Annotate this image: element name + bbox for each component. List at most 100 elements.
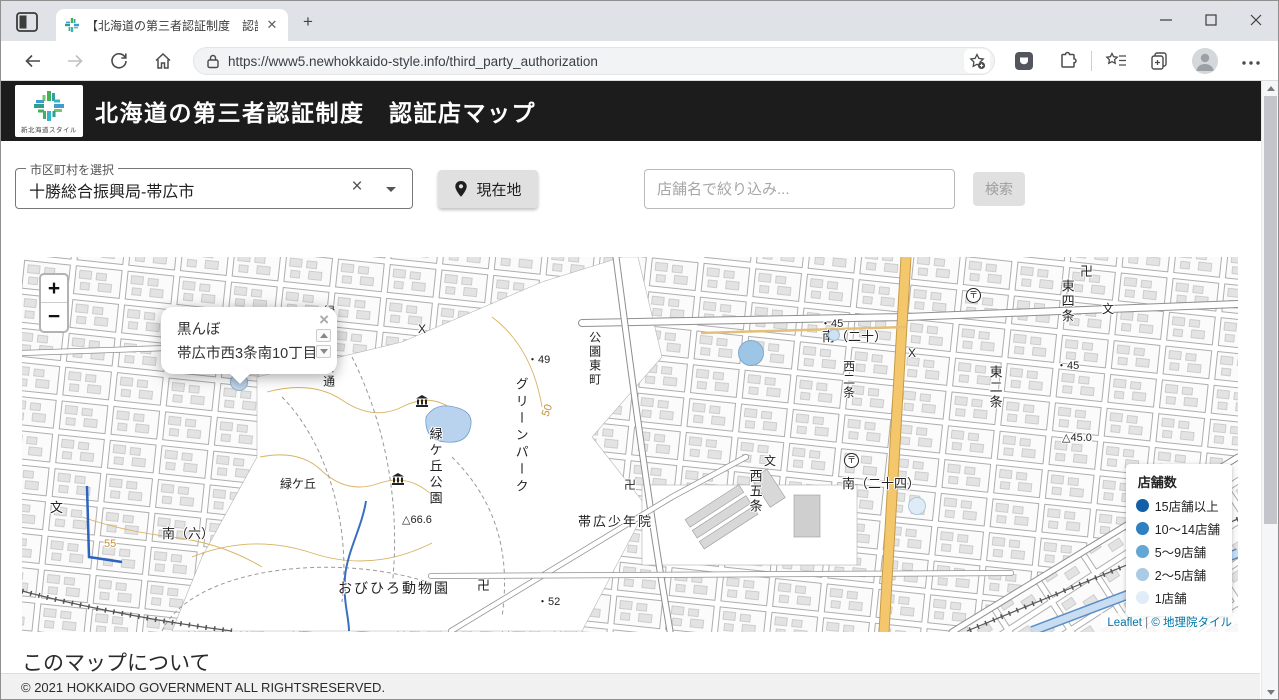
- map-label: 卍: [1080, 264, 1094, 279]
- back-button[interactable]: [23, 51, 43, 71]
- legend-dot-icon: [1135, 568, 1149, 581]
- map-label: おびひろ動物園: [338, 580, 450, 596]
- extensions-icon[interactable]: [1057, 50, 1079, 72]
- logo-caption: 新北海道スタイル: [21, 126, 77, 134]
- browser-essentials-icon[interactable]: [1013, 50, 1035, 72]
- location-pin-icon: [455, 181, 468, 197]
- map-canvas[interactable]: 緑ケ丘二条通公園東町グリーンパーク緑ケ丘公園帯広少年院おびひろ動物園南（六）南（…: [22, 257, 1238, 632]
- close-window-button[interactable]: [1233, 1, 1278, 39]
- legend-dot-icon: [1135, 545, 1149, 558]
- map-label: グリーンパーク: [513, 377, 529, 496]
- legend-item: 10〜14店舗: [1135, 519, 1220, 538]
- settings-menu-icon[interactable]: [1241, 55, 1263, 77]
- scrollbar-thumb[interactable]: [1264, 96, 1277, 524]
- map-legend: 店舗数 15店舗以上 10〜14店舗 5〜9店舗 2〜5店舗 1店舗: [1125, 464, 1232, 616]
- map-label: X: [908, 346, 917, 360]
- map-label: 緑ケ丘公園: [427, 427, 443, 507]
- map-label: △66.6: [402, 514, 432, 526]
- add-favorite-button[interactable]: [964, 49, 990, 73]
- popup-next-button[interactable]: [316, 345, 331, 358]
- map-label: 卍: [477, 578, 491, 593]
- store-filter-input[interactable]: [644, 169, 955, 209]
- refresh-button[interactable]: [109, 51, 129, 71]
- map-label: 西二条: [841, 360, 856, 399]
- minimize-button[interactable]: [1143, 1, 1188, 39]
- page-scrollbar[interactable]: [1261, 81, 1278, 699]
- legend-dot-icon: [1135, 591, 1149, 604]
- search-button[interactable]: 検索: [973, 172, 1025, 206]
- map-label: 東四条: [1059, 279, 1075, 324]
- home-button[interactable]: [153, 51, 173, 71]
- legend-label: 5〜9店舗: [1154, 546, 1207, 560]
- legend-label: 10〜14店舗: [1154, 523, 1220, 537]
- legend-label: 15店舗以上: [1154, 500, 1219, 514]
- forward-button[interactable]: [65, 51, 85, 71]
- map-label: 南（六）: [162, 526, 215, 541]
- map-label: 卍: [624, 478, 637, 492]
- tab-title: 【北海道の第三者認証制度 認証: [86, 18, 258, 33]
- map-label: 〒: [844, 453, 859, 468]
- map-popup: 黒んぼ 帯広市西3条南10丁目2 ×: [161, 307, 337, 384]
- tab-actions-icon[interactable]: [15, 11, 39, 33]
- scroll-down-arrow[interactable]: [1262, 685, 1278, 699]
- current-location-label: 現在地: [476, 181, 522, 199]
- map-label: X: [418, 322, 427, 336]
- map-label: 文: [1102, 302, 1115, 316]
- legend-label: 1店舗: [1154, 592, 1187, 606]
- municipality-select-value: 十勝総合振興局-帯広市: [29, 184, 195, 201]
- scroll-up-arrow[interactable]: [1262, 81, 1278, 95]
- popup-close-icon[interactable]: ×: [319, 311, 329, 328]
- profile-avatar[interactable]: [1192, 48, 1218, 74]
- legend-item: 15店舗以上: [1135, 496, 1220, 515]
- legend-item: 2〜5店舗: [1135, 565, 1220, 584]
- tiles-credit-link[interactable]: © 地理院タイル: [1151, 617, 1232, 629]
- map-label: 〒: [966, 288, 981, 303]
- browser-window: 【北海道の第三者認証制度 認証 ✕ + https://www5.newhokk…: [0, 0, 1279, 700]
- chevron-down-icon[interactable]: [386, 187, 396, 192]
- legend-item: 5〜9店舗: [1135, 542, 1220, 561]
- tab-strip: 【北海道の第三者認証制度 認証 ✕ +: [1, 1, 1278, 41]
- municipality-select-label: 市区町村を選択: [26, 161, 119, 178]
- maximize-button[interactable]: [1188, 1, 1233, 39]
- store-cluster-marker[interactable]: [738, 340, 764, 366]
- lock-icon: [207, 54, 219, 69]
- legend-title: 店舗数: [1137, 475, 1177, 490]
- site-logo: 新北海道スタイル: [15, 85, 83, 137]
- map-label: ・45: [1056, 360, 1080, 372]
- legend-label: 2〜5店舗: [1154, 569, 1207, 583]
- map-label: 55: [104, 538, 117, 550]
- map-label: 文: [50, 500, 64, 515]
- site-footer: © 2021 HOKKAIDO GOVERNMENT ALL RIGHTSRES…: [1, 673, 1260, 699]
- zoom-in-button[interactable]: +: [41, 275, 67, 303]
- popup-store-name: 黒んぼ: [177, 322, 221, 338]
- map-label: 文: [764, 454, 777, 468]
- municipality-select[interactable]: 市区町村を選択 十勝総合振興局-帯広市 ×: [15, 161, 413, 209]
- popup-store-address: 帯広市西3条南10丁目2: [177, 346, 326, 362]
- map-label: 帯広少年院: [578, 514, 654, 529]
- toolbar-divider: [1091, 51, 1092, 71]
- legend-item: 1店舗: [1135, 588, 1220, 607]
- store-cluster-marker[interactable]: [828, 329, 840, 341]
- url-text: https://www5.newhokkaido-style.info/thir…: [228, 53, 598, 69]
- address-bar[interactable]: https://www5.newhokkaido-style.info/thir…: [193, 47, 995, 75]
- favorites-icon[interactable]: [1104, 50, 1126, 72]
- zoom-out-button[interactable]: −: [41, 303, 67, 331]
- popup-prev-button[interactable]: [316, 329, 331, 342]
- collections-icon[interactable]: [1148, 50, 1170, 72]
- current-location-button[interactable]: 現在地: [438, 170, 538, 208]
- map-label: 緑ケ丘: [280, 477, 317, 491]
- new-tab-button[interactable]: +: [299, 13, 317, 31]
- map-label: 公園東町: [587, 331, 602, 387]
- store-cluster-marker[interactable]: [908, 497, 926, 515]
- leaflet-link[interactable]: Leaflet: [1107, 617, 1142, 629]
- map-label: △45.0: [1062, 432, 1092, 444]
- map-label: 南（二十四）: [842, 476, 921, 491]
- zoom-control: + −: [39, 273, 69, 333]
- attribution-separator: |: [1141, 617, 1152, 629]
- clear-selection-icon[interactable]: ×: [346, 176, 368, 198]
- map-label: ・49: [527, 354, 551, 366]
- map-attribution: Leaflet | © 地理院タイル: [1101, 613, 1238, 632]
- tab-close-icon[interactable]: ✕: [264, 17, 280, 33]
- browser-tab[interactable]: 【北海道の第三者認証制度 認証 ✕: [56, 9, 288, 41]
- map-label: 西五条: [747, 469, 763, 514]
